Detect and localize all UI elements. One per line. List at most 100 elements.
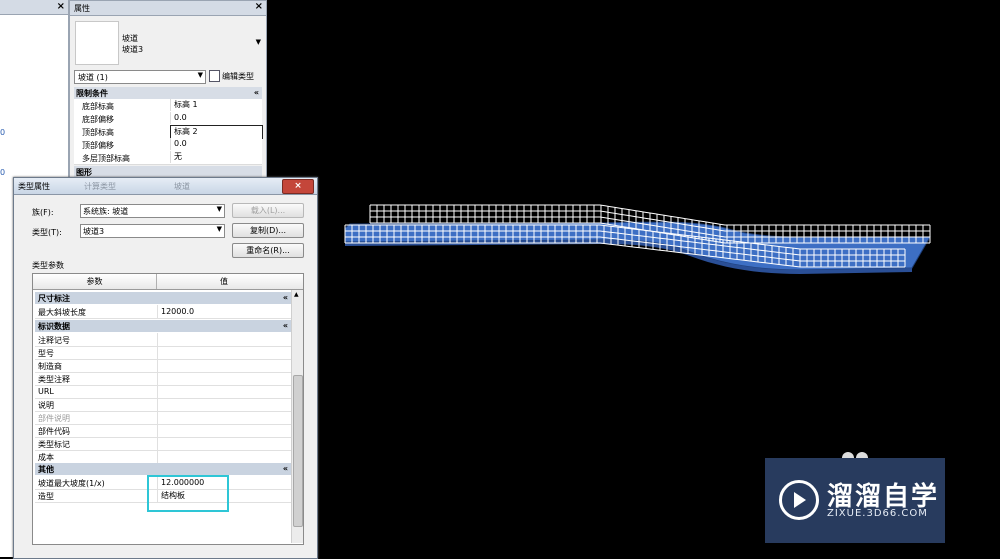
family-label: 族(F): xyxy=(32,208,54,217)
param-label: 成本 xyxy=(38,453,54,462)
properties-header: 属性 × xyxy=(70,1,266,16)
property-label: 顶部标高 xyxy=(82,128,114,137)
param-label: 部件代码 xyxy=(38,427,70,436)
edit-type-label: 编辑类型 xyxy=(222,72,254,81)
param-label: 型号 xyxy=(38,349,54,358)
param-label: 类型标记 xyxy=(38,440,70,449)
watermark-logo: 溜溜自学 ZIXUE.3D66.COM xyxy=(765,458,945,543)
table-row: 注释记号 xyxy=(35,333,291,347)
watermark-url: ZIXUE.3D66.COM xyxy=(827,508,928,519)
param-value[interactable] xyxy=(157,424,291,437)
project-browser-close-icon[interactable]: × xyxy=(57,1,65,12)
dialog-title-bar[interactable]: 类型属性 计算类型 坡道 × xyxy=(14,178,317,195)
collapse-icon[interactable]: « xyxy=(254,88,259,97)
property-value[interactable]: 0.0 xyxy=(170,112,262,124)
param-label: 说明 xyxy=(38,401,54,410)
param-value[interactable] xyxy=(157,398,291,411)
section-title: 尺寸标注 xyxy=(38,294,70,303)
table-row: 成本 xyxy=(35,450,291,464)
property-value[interactable]: 标高 1 xyxy=(170,99,262,111)
highlight-box xyxy=(147,475,229,512)
table-row: 类型标记 xyxy=(35,437,291,451)
type-value: 坡道3 xyxy=(83,227,105,236)
property-row: 底部标高 标高 1 xyxy=(74,99,262,113)
ramp-model xyxy=(344,204,931,274)
collapse-icon[interactable]: « xyxy=(283,464,288,473)
type-select[interactable]: 坡道3 ▼ xyxy=(80,224,225,238)
table-row: 制造商 xyxy=(35,359,291,373)
property-row: 多层顶部标高 无 xyxy=(74,151,262,165)
section-constraints[interactable]: 限制条件 « xyxy=(74,87,262,99)
property-row: 顶部标高 标高 2 xyxy=(74,125,263,139)
param-value[interactable] xyxy=(157,372,291,385)
section-other[interactable]: 其他 « xyxy=(35,463,291,475)
property-label: 顶部偏移 xyxy=(82,141,114,150)
param-value[interactable]: 12000.0 xyxy=(157,305,291,318)
table-row: 型号 xyxy=(35,346,291,360)
type-parameters-label: 类型参数 xyxy=(32,261,64,270)
viewport-3d-view[interactable] xyxy=(330,190,950,290)
property-value-active[interactable]: 标高 2 xyxy=(170,125,263,139)
chevron-down-icon: ▼ xyxy=(216,205,222,213)
property-value[interactable]: 无 xyxy=(170,151,262,163)
scroll-thumb[interactable] xyxy=(293,375,303,527)
dialog-title-ghost: 坡道 xyxy=(174,182,190,191)
property-label: 底部偏移 xyxy=(82,115,114,124)
param-label: 制造商 xyxy=(38,362,62,371)
project-browser-header: × xyxy=(0,0,68,15)
table-row: 类型注释 xyxy=(35,372,291,386)
properties-close-icon[interactable]: × xyxy=(255,1,263,12)
param-label: 部件说明 xyxy=(38,414,70,423)
type-family-label: 坡道 xyxy=(122,34,138,43)
param-value[interactable] xyxy=(157,346,291,359)
edit-type-button[interactable]: 编辑类型 xyxy=(209,69,263,83)
param-label: 类型注释 xyxy=(38,375,70,384)
instance-filter-value: 坡道 (1) xyxy=(78,73,108,82)
param-value xyxy=(157,411,291,424)
edit-type-icon xyxy=(209,70,220,82)
close-icon[interactable]: × xyxy=(282,179,314,194)
section-dimensions[interactable]: 尺寸标注 « xyxy=(35,292,291,304)
table-row: 说明 xyxy=(35,398,291,412)
param-value[interactable] xyxy=(157,333,291,346)
param-value[interactable] xyxy=(157,437,291,450)
type-preview-image xyxy=(75,21,119,65)
play-icon xyxy=(779,480,819,520)
column-header-value[interactable]: 值 xyxy=(157,274,291,289)
param-label: 最大斜坡长度 xyxy=(38,308,86,317)
property-label: 多层顶部标高 xyxy=(82,154,130,163)
grid-scrollbar[interactable]: ▲ xyxy=(291,290,303,543)
family-select[interactable]: 系统族: 坡道 ▼ xyxy=(80,204,225,218)
section-title: 标识数据 xyxy=(38,322,70,331)
collapse-icon[interactable]: « xyxy=(283,321,288,330)
chevron-down-icon: ▼ xyxy=(216,225,222,233)
table-row: 最大斜坡长度 12000.0 xyxy=(35,305,291,319)
collapse-icon[interactable]: « xyxy=(283,293,288,302)
rename-button[interactable]: 重命名(R)... xyxy=(232,243,304,258)
properties-title: 属性 xyxy=(74,4,90,13)
column-header-parameter[interactable]: 参数 xyxy=(33,274,157,289)
param-label: 坡道最大坡度(1/x) xyxy=(38,479,105,488)
tree-marker: 0 xyxy=(0,168,6,177)
section-title: 其他 xyxy=(38,465,54,474)
section-title: 限制条件 xyxy=(76,89,108,98)
param-label: 注释记号 xyxy=(38,336,70,345)
property-label: 底部标高 xyxy=(82,102,114,111)
scroll-up-icon[interactable]: ▲ xyxy=(294,291,299,298)
param-value[interactable] xyxy=(157,450,291,463)
table-row: 部件代码 xyxy=(35,424,291,438)
tree-marker: 0 xyxy=(0,128,6,137)
param-label: 造型 xyxy=(38,492,54,501)
param-value[interactable] xyxy=(157,385,291,398)
instance-filter-select[interactable]: 坡道 (1) ▼ xyxy=(74,70,206,84)
dialog-title-ghost: 计算类型 xyxy=(84,182,116,191)
load-button[interactable]: 载入(L)... xyxy=(232,203,304,218)
type-name-label: 坡道3 xyxy=(122,45,144,54)
properties-palette: 属性 × 坡道 坡道3 ▼ 坡道 (1) ▼ 编辑类型 限制条件 « 底部标高 … xyxy=(69,0,267,182)
type-selector-dropdown-icon[interactable]: ▼ xyxy=(256,38,261,46)
param-value[interactable] xyxy=(157,359,291,372)
duplicate-button[interactable]: 复制(D)... xyxy=(232,223,304,238)
section-identity-data[interactable]: 标识数据 « xyxy=(35,320,291,332)
property-value[interactable]: 0.0 xyxy=(170,138,262,150)
chevron-down-icon: ▼ xyxy=(197,71,203,79)
